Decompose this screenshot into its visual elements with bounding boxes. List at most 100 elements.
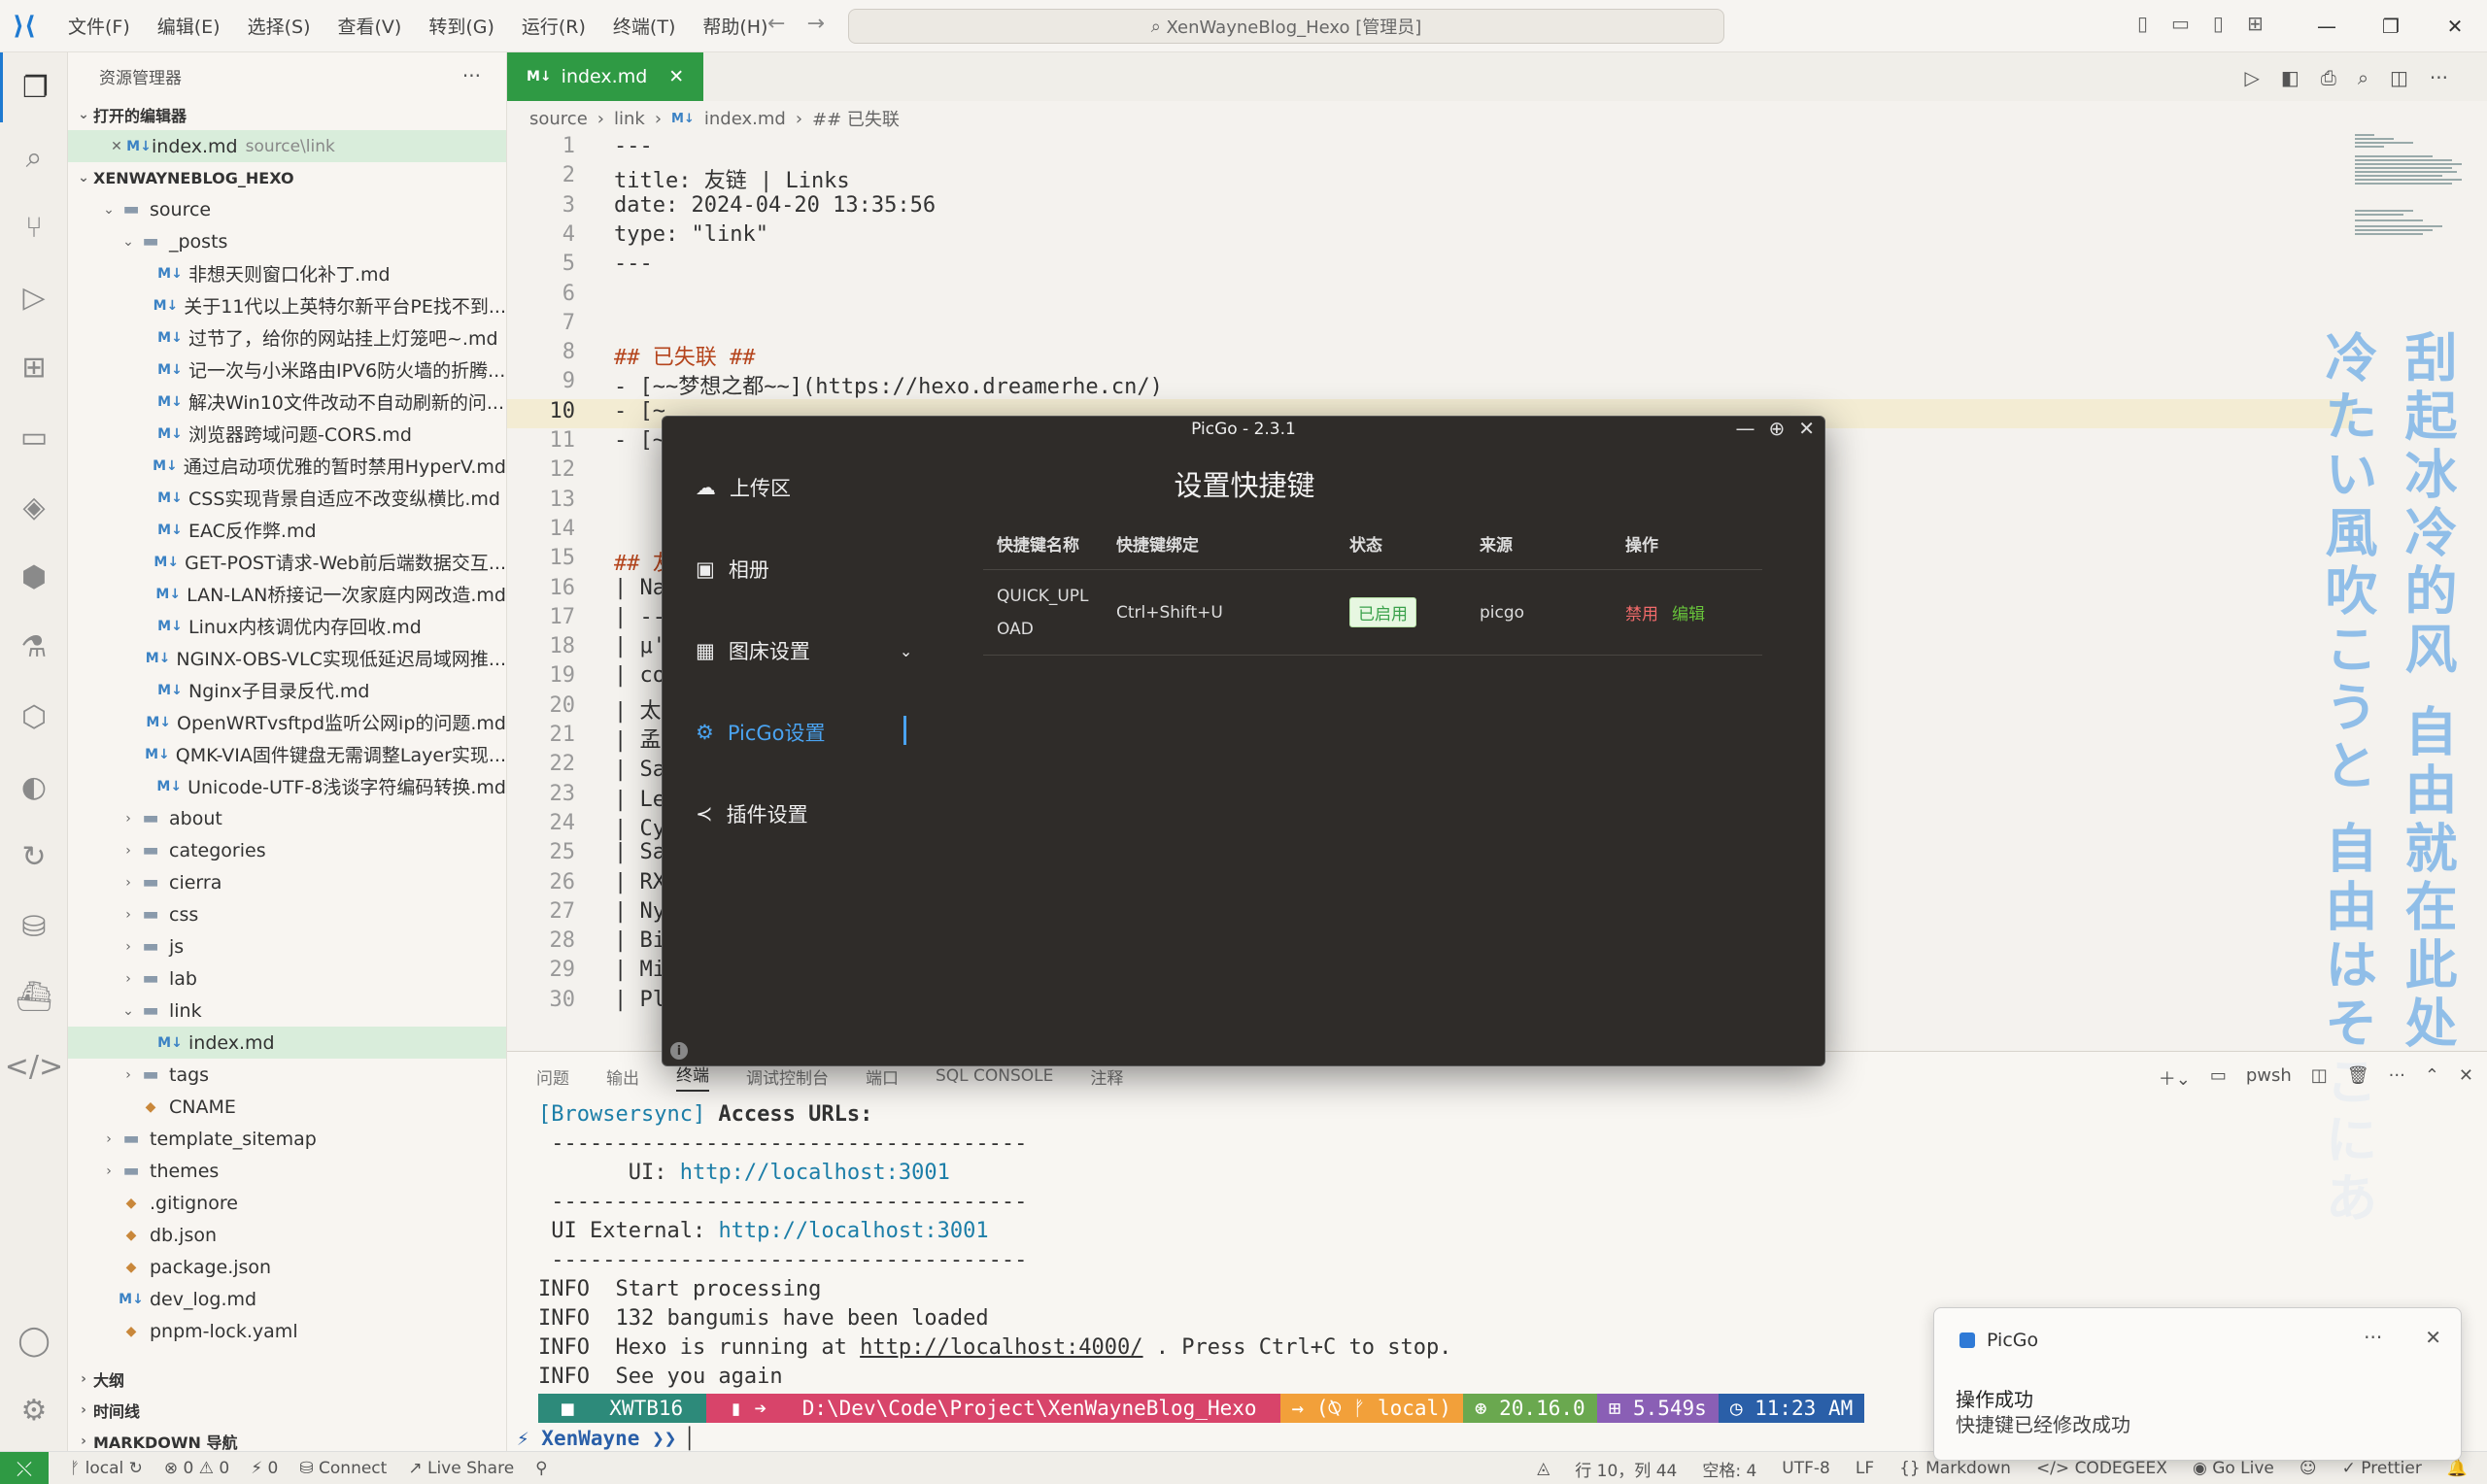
menu-help[interactable]: 帮助(H): [691, 13, 779, 39]
tree-folder[interactable]: ⌄ ▬ _posts: [68, 225, 506, 257]
more-actions-icon[interactable]: ···: [2430, 66, 2448, 89]
close-icon[interactable]: ✕: [668, 66, 684, 87]
timeline-section[interactable]: › 时间线: [68, 1395, 506, 1426]
ports-status[interactable]: ⚡ 0: [251, 1459, 278, 1478]
tree-folder[interactable]: ⌄ ▬ source: [68, 193, 506, 225]
tree-folder[interactable]: › ▬ themes: [68, 1155, 506, 1187]
tree-folder[interactable]: › ▬ about: [68, 802, 506, 834]
package-icon[interactable]: ⬡: [0, 682, 68, 752]
database-icon[interactable]: ⛁: [0, 892, 68, 961]
menu-file[interactable]: 文件(F): [56, 13, 142, 39]
new-terminal-icon[interactable]: ＋⌄: [2159, 1065, 2191, 1091]
prompt-line2[interactable]: ⚡ XenWayne ❯❯ ▏: [517, 1427, 701, 1450]
info-icon[interactable]: i: [670, 1042, 688, 1060]
pin-icon[interactable]: ⊕: [1768, 417, 1785, 440]
tree-file[interactable]: M↓ index.md: [68, 1027, 506, 1059]
kill-terminal-icon[interactable]: 🗑: [2347, 1065, 2369, 1091]
tree-file[interactable]: M↓ 浏览器跨域问题-CORS.md: [68, 418, 506, 450]
connect-status[interactable]: ⛁ Connect: [299, 1459, 387, 1478]
tree-folder[interactable]: › ▬ js: [68, 930, 506, 962]
tree-folder[interactable]: › ▬ template_sitemap: [68, 1123, 506, 1155]
breadcrumb-item[interactable]: ## 已失联: [812, 106, 900, 131]
minimap[interactable]: [2351, 132, 2468, 258]
terminal-link[interactable]: http://localhost:4000/: [860, 1335, 1142, 1360]
menu-terminal[interactable]: 终端(T): [601, 13, 687, 39]
tab-comments[interactable]: 注释: [1090, 1064, 1123, 1089]
close-icon[interactable]: ✕: [1798, 417, 1815, 440]
edge-icon[interactable]: ◐: [0, 752, 68, 822]
tree-file[interactable]: ◆ .gitignore: [68, 1187, 506, 1219]
open-editor-item[interactable]: ✕ M↓ index.md source\link: [68, 130, 506, 162]
outline-section[interactable]: › 大纲: [68, 1364, 506, 1395]
back-arrow-icon[interactable]: ←: [767, 12, 785, 36]
tab-ports[interactable]: 端口: [866, 1064, 899, 1089]
close-panel-icon[interactable]: ✕: [2459, 1065, 2473, 1091]
more-actions-icon[interactable]: ···: [2389, 1065, 2405, 1091]
sync-icon[interactable]: ↻: [129, 1459, 143, 1478]
nav-image-host-settings[interactable]: ▦ 图床设置 ⌄: [696, 631, 912, 670]
codegeex-status[interactable]: </> CODEGEEX: [2036, 1459, 2167, 1478]
tree-folder[interactable]: ⌄ ▬ link: [68, 995, 506, 1027]
nav-picgo-settings[interactable]: ⚙ PicGo设置: [696, 713, 826, 752]
shell-name[interactable]: pwsh: [2246, 1065, 2292, 1091]
eol[interactable]: LF: [1856, 1459, 1874, 1478]
breadcrumb-item[interactable]: index.md: [704, 109, 786, 129]
tree-file[interactable]: M↓ Nginx子目录反代.md: [68, 674, 506, 706]
tree-file[interactable]: ◆ package.json: [68, 1251, 506, 1283]
split-editor-icon[interactable]: ◫: [2390, 66, 2408, 89]
explorer-icon[interactable]: ❐: [0, 52, 68, 122]
language-mode[interactable]: {} Markdown: [1899, 1459, 2011, 1478]
markdown-nav-section[interactable]: › MARKDOWN 导航: [68, 1426, 506, 1451]
close-button[interactable]: ✕: [2423, 0, 2487, 52]
nav-plugin-settings[interactable]: ≺ 插件设置: [696, 794, 808, 833]
toast-close-icon[interactable]: ✕: [2425, 1326, 2441, 1349]
toggle-secondary-sidebar-icon[interactable]: ▯: [2213, 12, 2224, 35]
command-center-search[interactable]: ⌕ XenWayneBlog_Hexo [管理员]: [848, 9, 1724, 44]
edit-button[interactable]: 编辑: [1672, 600, 1705, 624]
picgo-titlebar[interactable]: PicGo - 2.3.1 — ⊕ ✕: [663, 417, 1824, 442]
testing-icon[interactable]: ⚗: [0, 612, 68, 682]
tree-file[interactable]: ◆ pnpm-lock.yaml: [68, 1315, 506, 1347]
tab-sql-console[interactable]: SQL CONSOLE: [936, 1066, 1053, 1086]
menu-view[interactable]: 查看(V): [326, 13, 414, 39]
run-debug-icon[interactable]: ▷: [0, 262, 68, 332]
forward-arrow-icon[interactable]: →: [806, 12, 824, 36]
disable-button[interactable]: 禁用: [1625, 600, 1658, 624]
tree-file[interactable]: M↓ 解决Win10文件改动不自动刷新的问...: [68, 386, 506, 418]
tree-file[interactable]: M↓ EAC反作弊.md: [68, 514, 506, 546]
tab-debug-console[interactable]: 调试控制台: [746, 1064, 829, 1089]
print-icon[interactable]: ⎙: [2321, 66, 2336, 89]
tree-file[interactable]: M↓ Unicode-UTF-8浅谈字符编码转换.md: [68, 770, 506, 802]
maximize-button[interactable]: ❐: [2359, 0, 2423, 52]
open-editors-section[interactable]: ⌄ 打开的编辑器: [68, 99, 506, 130]
nav-gallery[interactable]: ▣ 相册: [696, 550, 769, 589]
tree-folder[interactable]: › ▬ categories: [68, 834, 506, 866]
more-actions-icon[interactable]: ···: [462, 64, 481, 87]
copilot-icon[interactable]: ☺: [2300, 1459, 2317, 1478]
tree-file[interactable]: ◆ db.json: [68, 1219, 506, 1251]
menu-selection[interactable]: 选择(S): [236, 13, 323, 39]
project-section[interactable]: ⌄ XENWAYNEBLOG_HEXO: [68, 162, 506, 193]
tree-file[interactable]: M↓ GET-POST请求-Web前后端数据交互...: [68, 546, 506, 578]
prettier-status[interactable]: ✓ Prettier: [2342, 1459, 2422, 1478]
indentation[interactable]: 空格: 4: [1702, 1457, 1756, 1481]
pin-icon[interactable]: ⚲: [535, 1459, 547, 1478]
tree-file[interactable]: M↓ 记一次与小米路由IPV6防火墙的折腾...: [68, 354, 506, 386]
minimize-button[interactable]: —: [2295, 0, 2359, 52]
toggle-sidebar-icon[interactable]: ▯: [2137, 12, 2148, 35]
breadcrumb-item[interactable]: source: [529, 109, 588, 129]
menu-edit[interactable]: 编辑(E): [146, 13, 232, 39]
live-share-icon[interactable]: ↻: [0, 822, 68, 892]
customize-layout-icon[interactable]: ⊞: [2247, 12, 2264, 35]
tree-file[interactable]: M↓ OpenWRTvsftpd监听公网ip的问题.md: [68, 706, 506, 738]
tab-index-md[interactable]: M↓ index.md ✕: [507, 52, 704, 101]
remote-indicator-icon[interactable]: ⤬: [0, 1451, 49, 1484]
find-icon[interactable]: ⌕: [2358, 66, 2368, 89]
source-control-icon[interactable]: ⑂: [0, 192, 68, 262]
account-icon[interactable]: ◯: [0, 1305, 68, 1375]
branch-status[interactable]: ᚠ local ↻: [70, 1459, 143, 1478]
extensions-icon[interactable]: ⊞: [0, 332, 68, 402]
docker-icon[interactable]: ⛴: [0, 961, 68, 1031]
run-icon[interactable]: ▷: [2245, 66, 2260, 89]
tab-output[interactable]: 输出: [606, 1064, 639, 1089]
